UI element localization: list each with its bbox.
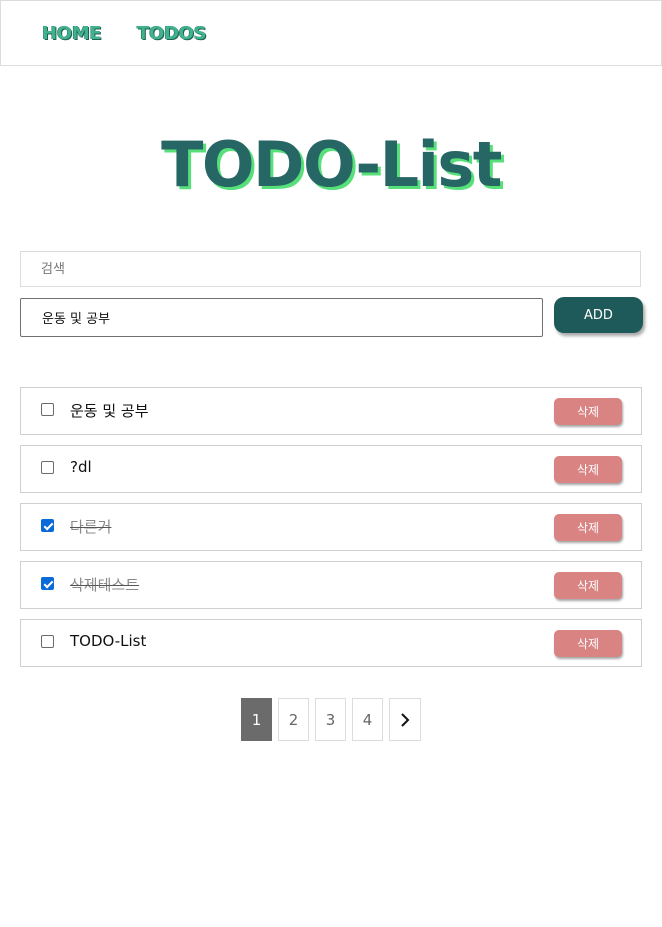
nav-home-link[interactable]: HOME [42,23,102,44]
delete-button[interactable]: 삭제 [554,456,622,483]
page-4-button[interactable]: 4 [352,698,383,741]
todo-text: ?dl [70,458,92,476]
page-1-button[interactable]: 1 [241,698,272,741]
todo-checkbox[interactable] [41,519,54,532]
todo-text: 삭제테스트 [70,576,140,594]
new-todo-input[interactable] [20,298,543,337]
todo-item: 다른거 삭제 [20,503,642,551]
page-title: TODO-List [161,128,502,201]
todo-item: 운동 및 공부 삭제 [20,387,642,435]
delete-button[interactable]: 삭제 [554,514,622,541]
todo-text: TODO-List [70,632,147,650]
todo-checkbox[interactable] [41,577,54,590]
next-page-button[interactable] [389,698,421,741]
todo-item: TODO-List 삭제 [20,619,642,667]
todo-item: ?dl 삭제 [20,445,642,493]
chevron-right-icon [401,712,410,727]
nav-todos-link[interactable]: TODOS [137,23,207,44]
top-nav: HOME TODOS [0,0,662,66]
todo-checkbox[interactable] [41,635,54,648]
todo-checkbox[interactable] [41,403,54,416]
page-2-button[interactable]: 2 [278,698,309,741]
todo-text: 다른거 [70,518,112,536]
page-3-button[interactable]: 3 [315,698,346,741]
delete-button[interactable]: 삭제 [554,398,622,425]
delete-button[interactable]: 삭제 [554,572,622,599]
todo-text: 운동 및 공부 [70,402,149,420]
search-input[interactable] [20,251,641,287]
todo-item: 삭제테스트 삭제 [20,561,642,609]
add-button[interactable]: ADD [554,297,643,333]
delete-button[interactable]: 삭제 [554,630,622,657]
todo-list: 운동 및 공부 삭제 ?dl 삭제 다른거 삭제 삭제테스트 삭제 TODO-L… [20,387,642,677]
todo-checkbox[interactable] [41,461,54,474]
